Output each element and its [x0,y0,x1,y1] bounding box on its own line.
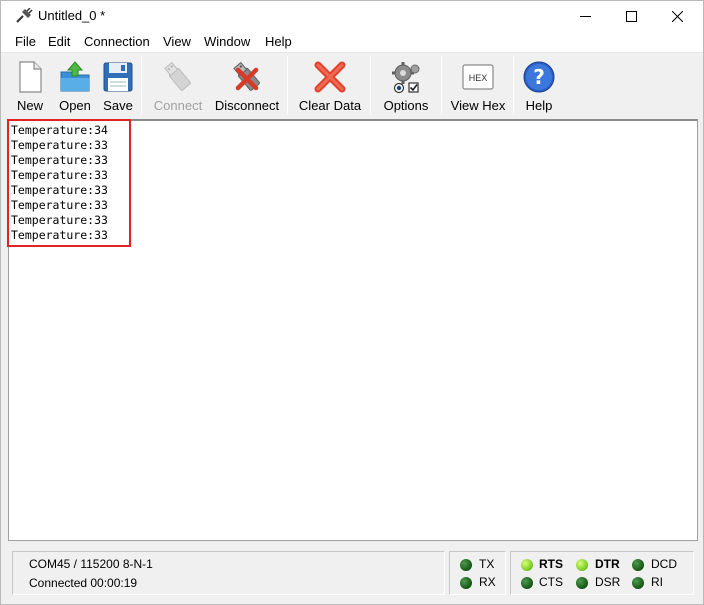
close-button[interactable] [654,1,700,32]
terminal-lines: Temperature:34 Temperature:33 Temperatur… [7,119,131,247]
connect-button[interactable]: Connect [149,57,207,115]
rts-label: RTS [539,557,563,571]
view-hex-button[interactable]: HEX View Hex [448,57,508,115]
usb-disconnect-icon [233,61,260,91]
disconnect-label: Disconnect [214,98,280,113]
open-button[interactable]: Open [54,57,96,115]
title-bar: Untitled_0 * [1,1,703,32]
dsr-label: DSR [595,575,621,589]
menu-file[interactable]: File [15,34,36,49]
terminal-line: Temperature:33 [11,138,108,152]
control-lines-panel: RTS CTS DTR DSR DCD RI [510,551,694,595]
connection-info-panel: COM45 / 115200 8-N-1 Connected 00:00:19 [12,551,445,595]
save-floppy-icon [103,62,133,92]
toolbar-separator [513,56,514,114]
options-gears-icon [392,62,420,94]
new-button[interactable]: New [10,57,50,115]
help-question-icon: ? [523,61,555,93]
dtr-led-icon [576,559,588,571]
minimize-button[interactable] [562,1,608,32]
terminal-output[interactable]: Temperature:34 Temperature:33 Temperatur… [7,119,698,541]
status-bar: COM45 / 115200 8-N-1 Connected 00:00:19 … [1,542,703,604]
menu-edit[interactable]: Edit [48,34,70,49]
maximize-icon [625,11,637,22]
maximize-button[interactable] [608,1,654,32]
terminal-line: Temperature:33 [11,228,108,242]
save-label: Save [103,98,133,113]
open-label: Open [59,98,91,113]
plug-app-icon [16,8,33,23]
ri-label: RI [651,575,663,589]
clear-data-label: Clear Data [298,98,362,113]
clear-data-button[interactable]: Clear Data [294,57,366,115]
window-title: Untitled_0 * [38,8,106,23]
connection-status-text: Connected 00:00:19 [29,576,138,590]
terminal-line: Temperature:33 [11,213,108,227]
clear-x-icon [314,61,346,93]
help-button[interactable]: ? Help [519,57,559,115]
dsr-led-icon [576,577,588,589]
tx-label: TX [479,557,495,571]
toolbar: New Open Save Connect Disconnect Clear D… [1,52,703,118]
port-settings-text: COM45 / 115200 8-N-1 [29,557,153,571]
app-window: Untitled_0 * File Edit Connection View W… [0,0,704,605]
usb-connect-icon [164,61,191,91]
hex-icon-text: HEX [469,73,488,83]
dtr-label: DTR [595,557,620,571]
terminal-line: Temperature:33 [11,168,108,182]
rx-led-icon [460,577,472,589]
data-leds-panel: TX RX [449,551,506,595]
new-label: New [16,98,43,113]
toolbar-separator [441,56,442,114]
hex-view-icon: HEX [462,64,494,90]
terminal-line: Temperature:33 [11,153,108,167]
rx-label: RX [479,575,496,589]
ri-led-icon [632,577,644,589]
menu-bar: File Edit Connection View Window Help [1,32,703,52]
options-label: Options [383,98,429,113]
tx-led-icon [460,559,472,571]
cts-label: CTS [539,575,563,589]
svg-text:?: ? [533,65,545,89]
help-label: Help [525,98,553,113]
rts-led-icon [521,559,533,571]
menu-view[interactable]: View [163,34,191,49]
view-hex-label: View Hex [450,98,506,113]
new-file-icon [19,61,42,93]
menu-help[interactable]: Help [265,34,292,49]
options-button[interactable]: Options [378,57,434,115]
terminal-line: Temperature:34 [11,123,108,137]
open-folder-icon [60,61,90,92]
menu-connection[interactable]: Connection [84,34,150,49]
dcd-led-icon [632,559,644,571]
toolbar-separator [141,56,142,114]
terminal-line: Temperature:33 [11,183,108,197]
dcd-label: DCD [651,557,677,571]
terminal-line: Temperature:33 [11,198,108,212]
close-icon [671,11,683,22]
connect-label: Connect [153,98,203,113]
cts-led-icon [521,577,533,589]
disconnect-button[interactable]: Disconnect [212,57,282,115]
menu-window[interactable]: Window [204,34,250,49]
save-button[interactable]: Save [99,57,137,115]
toolbar-separator [370,56,371,114]
minimize-icon [579,16,591,17]
toolbar-separator [287,56,288,114]
